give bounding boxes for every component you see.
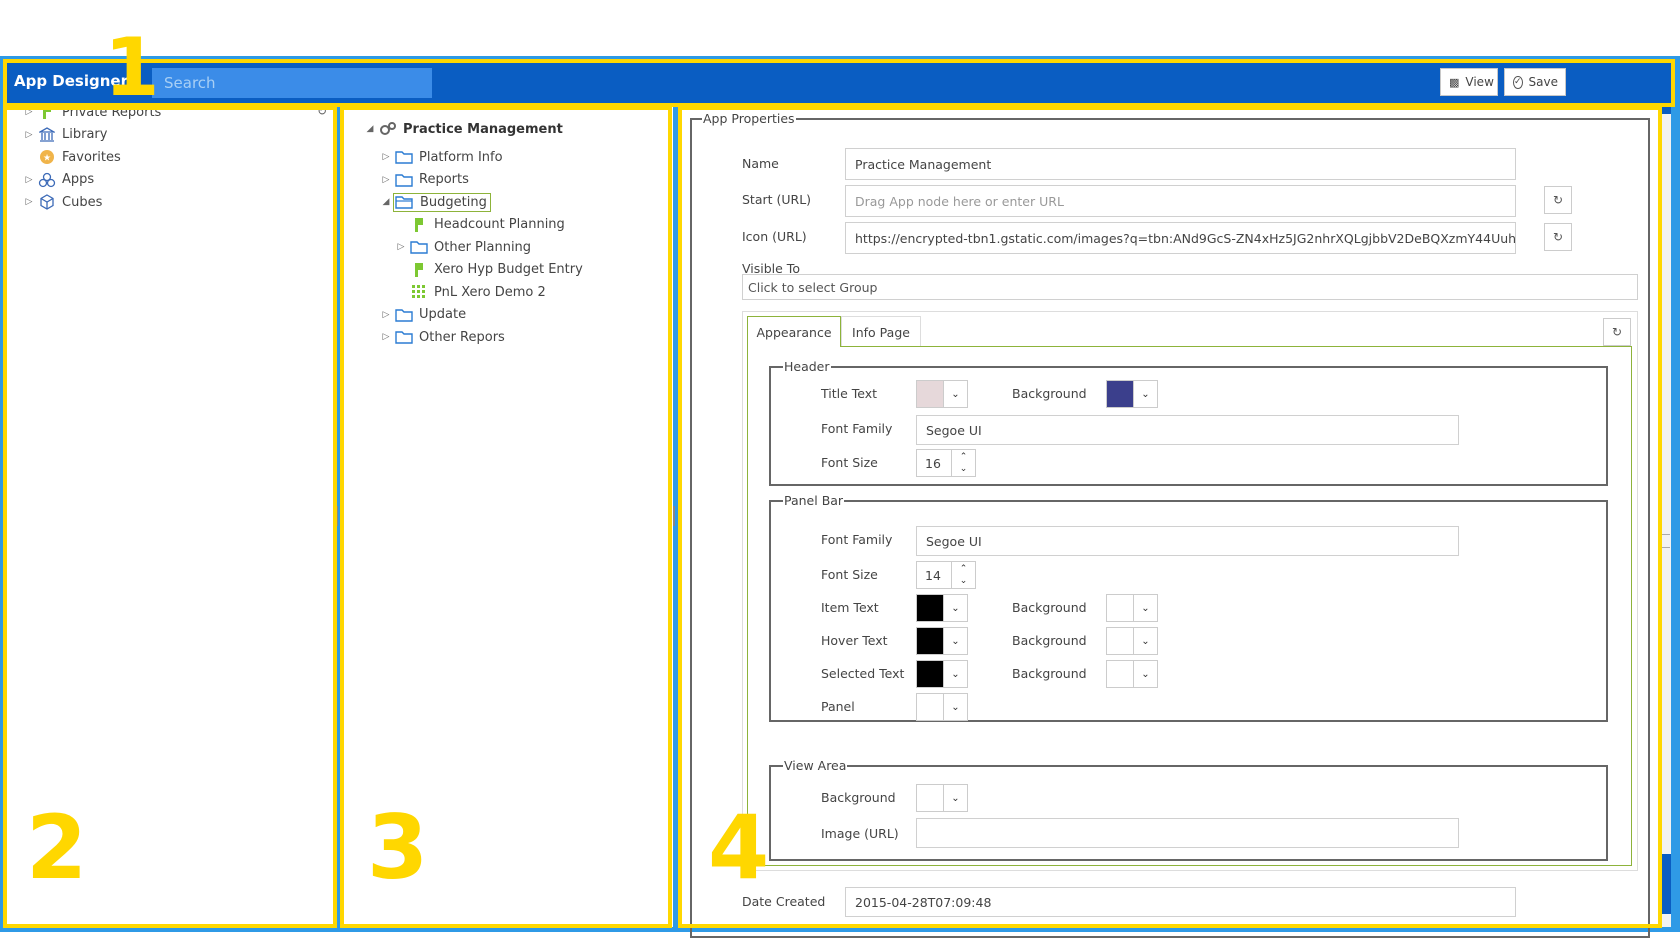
report-flag-icon [408,217,430,233]
annotation-number-2: 2 [26,796,88,899]
annotation-box-properties [678,106,1662,928]
scrollbar-thumb[interactable] [1661,854,1671,914]
folder-icon [408,240,430,254]
pane-splitter-handle[interactable] [673,506,675,526]
annotation-number-3: 3 [367,796,429,899]
report-flag-icon [408,262,430,278]
folder-icon [393,150,415,164]
annotation-box-header [3,59,1675,107]
app-frame: App Designer ▩ View ✓ Save ↻ ▷Private Re… [0,28,1680,938]
folder-icon [393,308,415,322]
folder-icon [393,330,415,344]
annotation-number-4: 4 [708,796,770,899]
annotation-number-1: 1 [104,21,160,114]
grid-icon [408,285,430,299]
folder-open-icon [393,195,415,209]
folder-icon [393,173,415,187]
tab-appearance[interactable]: Appearance [747,316,841,347]
tab-appearance-label: Appearance [756,325,832,340]
scrollbar-grip-icon[interactable] [1662,534,1670,548]
